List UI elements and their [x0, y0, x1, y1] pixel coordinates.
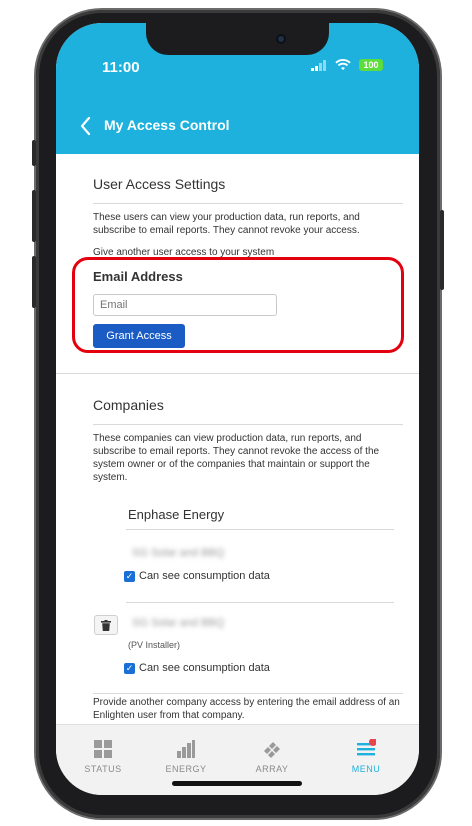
tab-label: STATUS: [84, 764, 122, 774]
divider: [93, 693, 403, 694]
trash-button[interactable]: [94, 615, 118, 635]
tab-label: MENU: [351, 764, 381, 774]
company-role: (PV Installer): [128, 640, 181, 650]
tab-label: ARRAY: [255, 764, 289, 774]
company-name: Enphase Energy: [128, 507, 225, 522]
checkbox-checked-icon[interactable]: ✓: [124, 570, 135, 582]
divider: [126, 529, 394, 530]
companies-title: Companies: [93, 397, 164, 413]
trash-icon: [101, 619, 111, 631]
notch: [146, 23, 329, 55]
tab-status[interactable]: STATUS: [68, 739, 138, 774]
company-access-footer: Provide another company access by enteri…: [93, 697, 400, 721]
status-time: 11:00: [102, 59, 140, 76]
user-access-description: These users can view your production dat…: [93, 212, 360, 236]
nav-bar: My Access Control: [56, 113, 419, 139]
consumption-checkbox[interactable]: ✓ Can see consumption data: [124, 570, 270, 582]
main-content: User Access Settings These users can vie…: [56, 154, 419, 724]
checkbox-checked-icon[interactable]: ✓: [124, 662, 135, 674]
screen: 11:00 100 My Access Control User Access …: [56, 23, 419, 795]
tab-energy[interactable]: ENERGY: [151, 739, 221, 774]
company-entry-name: SG Solar and BBQ: [132, 617, 225, 629]
volume-down-button: [32, 256, 36, 308]
tab-label: ENERGY: [165, 764, 207, 774]
wifi-icon: [335, 59, 351, 70]
companies-description: These companies can view production data…: [93, 433, 380, 483]
volume-up-button: [32, 190, 36, 242]
status-icons: 100: [311, 59, 383, 71]
highlight-box: [72, 257, 404, 353]
mute-switch: [32, 140, 36, 166]
battery-icon: 100: [359, 59, 383, 71]
section-divider: [56, 373, 419, 374]
page-title: My Access Control: [104, 117, 230, 133]
company-entry-name: SG Solar and BBQ: [132, 547, 225, 559]
grid-icon: [94, 740, 112, 758]
divider: [126, 602, 394, 603]
camera-icon: [276, 34, 286, 44]
tab-array[interactable]: ARRAY: [237, 739, 307, 774]
consumption-checkbox[interactable]: ✓ Can see consumption data: [124, 662, 270, 674]
signal-icon: [311, 59, 326, 71]
user-access-title: User Access Settings: [93, 176, 226, 192]
checkbox-label: Can see consumption data: [139, 570, 270, 582]
solar-array-icon: [264, 742, 280, 758]
back-chevron-icon[interactable]: [80, 116, 92, 136]
divider: [93, 203, 403, 204]
bar-chart-icon: [177, 740, 195, 758]
divider: [93, 424, 403, 425]
menu-icon: [357, 739, 376, 756]
checkbox-label: Can see consumption data: [139, 662, 270, 674]
home-indicator: [172, 781, 302, 786]
tab-menu[interactable]: MENU: [331, 739, 401, 774]
power-button: [440, 210, 444, 290]
